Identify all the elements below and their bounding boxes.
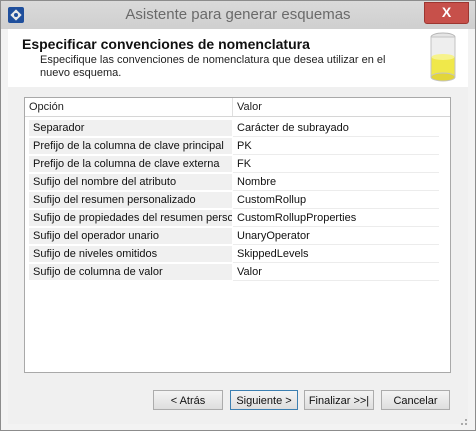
grid-row[interactable]: Sufijo de propiedades del resumen person… [29,210,439,228]
grid-row[interactable]: Prefijo de la columna de clave principal… [29,138,439,156]
option-label: Separador [29,120,232,137]
value-field[interactable]: Nombre [233,174,439,191]
column-header-value: Valor [237,101,262,113]
page-title: Especificar convenciones de nomenclatura [22,36,310,52]
value-field[interactable]: CustomRollup [233,192,439,209]
value-field[interactable]: CustomRollupProperties [233,210,439,227]
value-field[interactable]: UnaryOperator [233,228,439,245]
page-subtitle: Especifique las convenciones de nomencla… [40,54,386,79]
option-label: Sufijo de columna de valor [29,264,232,281]
finish-button[interactable]: Finalizar >>| [304,390,374,410]
back-button[interactable]: < Atrás [153,390,223,410]
next-button[interactable]: Siguiente > [230,390,298,410]
wizard-header: Especificar convenciones de nomenclatura… [8,29,468,88]
naming-conventions-grid: Opción Valor Separador Carácter de subra… [24,97,451,373]
grid-row[interactable]: Sufijo del nombre del atributo Nombre [29,174,439,192]
value-field[interactable]: Valor [233,264,439,281]
grid-row[interactable]: Sufijo del operador unario UnaryOperator [29,228,439,246]
option-label: Sufijo de propiedades del resumen person… [29,210,232,227]
resize-grip-icon[interactable] [457,415,469,427]
option-label: Sufijo del resumen personalizado [29,192,232,209]
column-divider[interactable] [232,98,233,116]
option-label: Sufijo del nombre del atributo [29,174,232,191]
value-field[interactable]: Carácter de subrayado [233,120,439,137]
wizard-window: Asistente para generar esquemas X Especi… [0,0,476,431]
value-field[interactable]: SkippedLevels [233,246,439,263]
option-label: Prefijo de la columna de clave principal [29,138,232,155]
grid-row[interactable]: Sufijo de columna de valor Valor [29,264,439,282]
window-title: Asistente para generar esquemas [125,6,351,23]
column-header-option: Opción [29,101,64,113]
title-bar: Asistente para generar esquemas X [1,1,475,29]
option-label: Sufijo del operador unario [29,228,232,245]
value-field[interactable]: PK [233,138,439,155]
grid-row[interactable]: Prefijo de la columna de clave externa F… [29,156,439,174]
grid-row[interactable]: Separador Carácter de subrayado [29,120,439,138]
wizard-body: Opción Valor Separador Carácter de subra… [8,87,468,424]
option-label: Sufijo de niveles omitidos [29,246,232,263]
grid-row[interactable]: Sufijo del resumen personalizado CustomR… [29,192,439,210]
database-jar-icon [430,32,456,82]
option-label: Prefijo de la columna de clave externa [29,156,232,173]
grid-header: Opción Valor [25,98,450,117]
close-icon: X [441,4,452,20]
grid-row[interactable]: Sufijo de niveles omitidos SkippedLevels [29,246,439,264]
value-field[interactable]: FK [233,156,439,173]
cancel-button[interactable]: Cancelar [381,390,450,410]
close-button[interactable]: X [424,2,469,24]
